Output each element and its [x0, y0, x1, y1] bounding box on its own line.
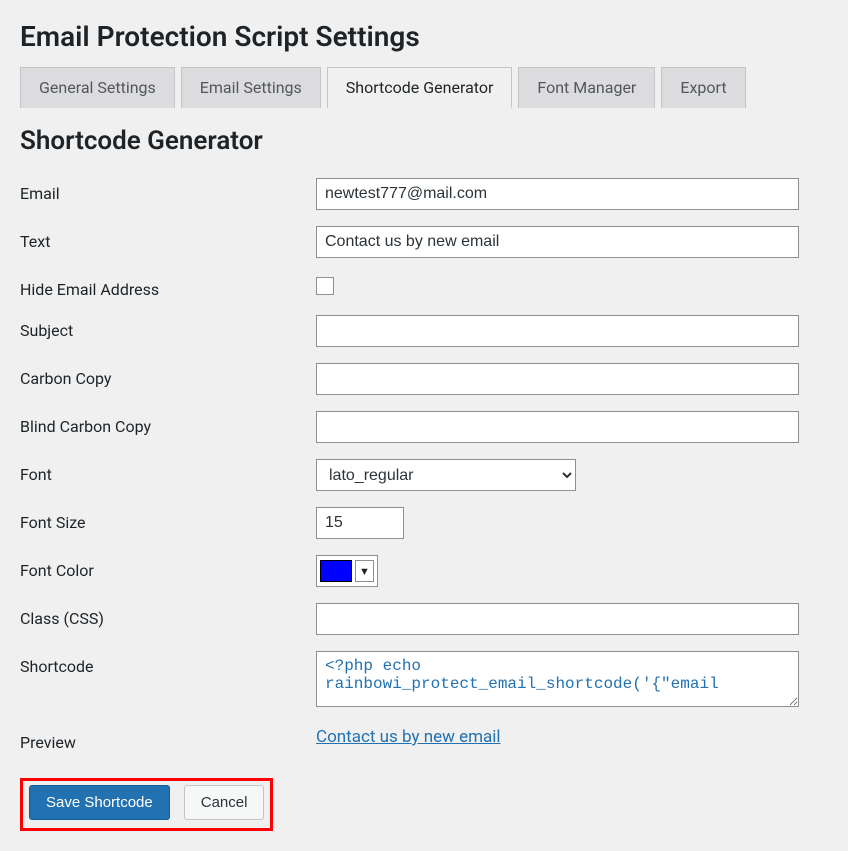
- hide-email-label: Hide Email Address: [20, 274, 316, 299]
- font-select[interactable]: lato_regular: [316, 459, 576, 491]
- font-color-picker[interactable]: ▼: [316, 555, 378, 587]
- cc-label: Carbon Copy: [20, 363, 316, 388]
- font-size-input[interactable]: [316, 507, 404, 539]
- class-label: Class (CSS): [20, 603, 316, 628]
- text-label: Text: [20, 226, 316, 251]
- preview-label: Preview: [20, 727, 316, 752]
- page-title: Email Protection Script Settings: [20, 20, 828, 53]
- bcc-input[interactable]: [316, 411, 799, 443]
- preview-link[interactable]: Contact us by new email: [316, 727, 501, 747]
- email-input[interactable]: [316, 178, 799, 210]
- cancel-button[interactable]: Cancel: [184, 785, 265, 820]
- font-label: Font: [20, 459, 316, 484]
- subject-input[interactable]: [316, 315, 799, 347]
- subject-label: Subject: [20, 315, 316, 340]
- text-input[interactable]: [316, 226, 799, 258]
- tab-export[interactable]: Export: [661, 67, 745, 108]
- email-label: Email: [20, 178, 316, 203]
- font-color-label: Font Color: [20, 555, 316, 580]
- section-title: Shortcode Generator: [20, 126, 828, 156]
- font-size-label: Font Size: [20, 507, 316, 532]
- bcc-label: Blind Carbon Copy: [20, 411, 316, 436]
- tab-font-manager[interactable]: Font Manager: [518, 67, 655, 108]
- form-table: Email Text Hide Email Address Subject Ca…: [20, 178, 828, 752]
- class-input[interactable]: [316, 603, 799, 635]
- button-group: Save Shortcode Cancel: [20, 778, 273, 831]
- color-swatch: [320, 560, 352, 582]
- hide-email-checkbox[interactable]: [316, 277, 334, 295]
- chevron-down-icon: ▼: [355, 560, 374, 582]
- tabs-nav: General Settings Email Settings Shortcod…: [20, 67, 828, 108]
- shortcode-label: Shortcode: [20, 651, 316, 676]
- cc-input[interactable]: [316, 363, 799, 395]
- shortcode-textarea[interactable]: <?php echo rainbowi_protect_email_shortc…: [316, 651, 799, 707]
- tab-email-settings[interactable]: Email Settings: [181, 67, 321, 108]
- save-button[interactable]: Save Shortcode: [29, 785, 170, 820]
- tab-general-settings[interactable]: General Settings: [20, 67, 175, 108]
- tab-shortcode-generator[interactable]: Shortcode Generator: [327, 67, 513, 108]
